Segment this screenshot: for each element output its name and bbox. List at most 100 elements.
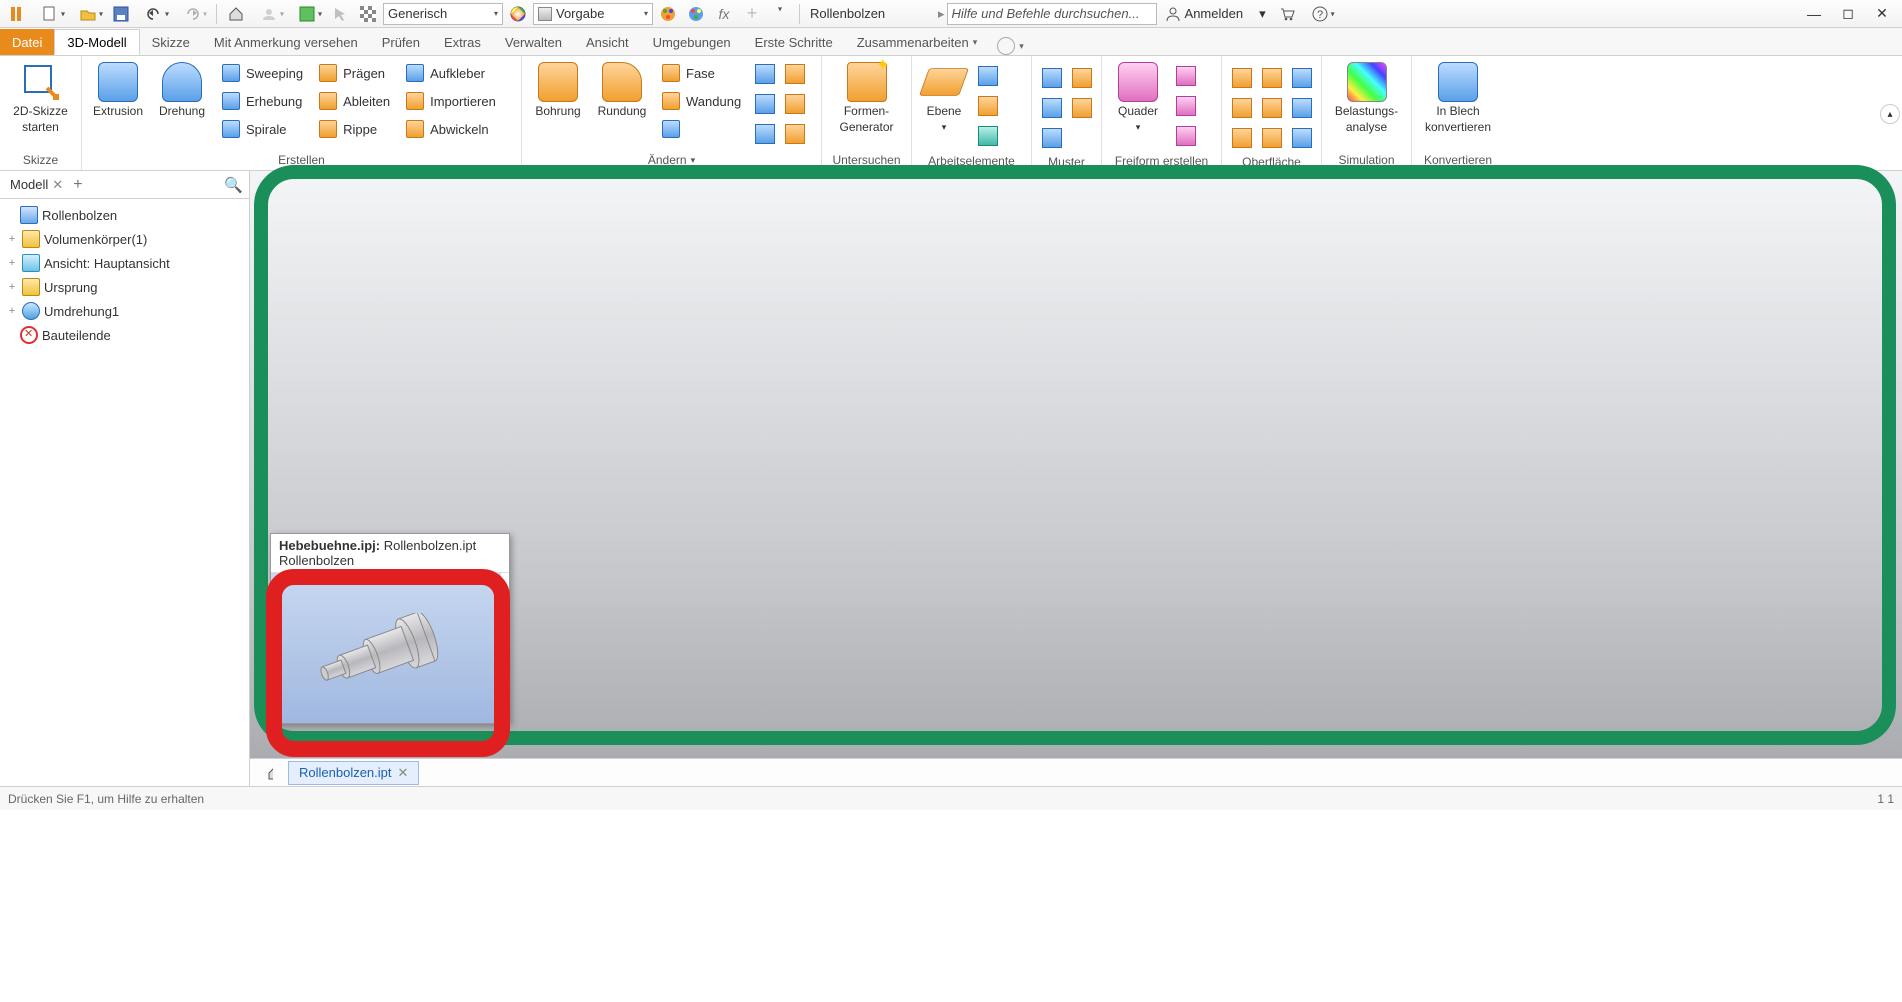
surf-9[interactable] — [1288, 124, 1316, 152]
doc-tab-rollenbolzen[interactable]: Rollenbolzen.ipt ✕ — [288, 761, 419, 785]
panel-add-tab[interactable]: + — [73, 176, 82, 194]
undo-button[interactable]: ▾ — [136, 2, 172, 26]
tab-sketch[interactable]: Skizze — [140, 29, 202, 55]
hole-button[interactable]: Bohrung — [526, 58, 590, 118]
shell-button[interactable]: Wandung — [656, 88, 747, 114]
checker-icon[interactable] — [355, 2, 381, 26]
tab-file[interactable]: Datei — [0, 29, 54, 55]
cart-button[interactable] — [1274, 2, 1300, 26]
team-button[interactable]: ▾ — [251, 2, 287, 26]
modify-tool-3[interactable] — [751, 90, 779, 118]
home-button[interactable] — [223, 2, 249, 26]
tab-extras[interactable]: Extras — [432, 29, 493, 55]
minimize-button[interactable]: — — [1798, 3, 1830, 25]
axis-button[interactable] — [974, 62, 1002, 90]
qat-customize-button[interactable]: ▾ — [767, 2, 793, 26]
extrusion-button[interactable]: Extrusion — [86, 58, 150, 118]
emboss-button[interactable]: Prägen — [313, 60, 396, 86]
fx-parameters-button[interactable]: fx — [711, 2, 737, 26]
revolve-button[interactable]: Drehung — [150, 58, 214, 118]
close-icon[interactable]: ✕ — [52, 177, 63, 193]
open-button[interactable]: ▾ — [70, 2, 106, 26]
rib-button[interactable]: Rippe — [313, 116, 396, 142]
import-button[interactable]: Importieren — [400, 88, 502, 114]
new-button[interactable]: ▾ — [32, 2, 68, 26]
extra-circle-icon[interactable] — [997, 37, 1015, 55]
redo-button[interactable]: ▾ — [174, 2, 210, 26]
help-button[interactable]: ?▾ — [1302, 2, 1338, 26]
surf-3[interactable] — [1288, 64, 1316, 92]
chamfer-button[interactable]: Fase — [656, 60, 747, 86]
surf-8[interactable] — [1258, 124, 1286, 152]
unfold-button[interactable]: Abwickeln — [400, 116, 502, 142]
login-button[interactable]: Anmelden ▾ — [1159, 3, 1272, 25]
save-button[interactable] — [108, 2, 134, 26]
appearance-quick-button[interactable]: ▾ — [289, 2, 325, 26]
freeform-3[interactable] — [1172, 122, 1200, 150]
tab-get-started[interactable]: Erste Schritte — [743, 29, 845, 55]
shape-generator-button[interactable]: ✦ Formen- Generator — [826, 58, 907, 134]
rect-pattern-button[interactable] — [1038, 64, 1066, 92]
coil-button[interactable]: Spirale — [216, 116, 309, 142]
graphics-canvas[interactable]: Hebebuehne.ipj: Rollenbolzen.ipt Rollenb… — [250, 171, 1902, 786]
surf-2[interactable] — [1258, 64, 1286, 92]
appearance-combo[interactable]: Vorgabe▾ — [533, 3, 653, 25]
tab-view[interactable]: Ansicht — [574, 29, 641, 55]
tab-environments[interactable]: Umgebungen — [641, 29, 743, 55]
appearance-picker-2-icon[interactable] — [683, 2, 709, 26]
panel-tab-model[interactable]: Modell ✕ — [6, 175, 67, 195]
surf-1[interactable] — [1228, 64, 1256, 92]
start-2d-sketch-button[interactable]: 2D-Skizze starten — [4, 58, 77, 134]
tree-revolve-feature[interactable]: +Umdrehung1 — [2, 299, 247, 323]
maximize-button[interactable]: ◻ — [1832, 3, 1864, 25]
fillet-button[interactable]: Rundung — [590, 58, 654, 118]
sweeping-button[interactable]: Sweeping — [216, 60, 309, 86]
doc-tab-home[interactable] — [256, 761, 284, 785]
surf-7[interactable] — [1228, 124, 1256, 152]
document-name-combo[interactable]: Rollenbolzen — [806, 3, 936, 25]
tree-end-of-part[interactable]: Bauteilende — [2, 323, 247, 347]
modify-tool-4[interactable] — [781, 90, 809, 118]
sketch-pattern-button[interactable] — [1068, 94, 1096, 122]
tab-inspect[interactable]: Prüfen — [370, 29, 432, 55]
point-button[interactable] — [974, 92, 1002, 120]
convert-sheetmetal-button[interactable]: In Blech konvertieren — [1416, 58, 1500, 134]
modify-tool-2[interactable] — [781, 60, 809, 88]
freeform-1[interactable] — [1172, 62, 1200, 90]
circ-pattern-button[interactable] — [1038, 94, 1066, 122]
appearance-picker-1-icon[interactable] — [655, 2, 681, 26]
surf-4[interactable] — [1228, 94, 1256, 122]
panel-search-icon[interactable]: 🔍 — [224, 176, 243, 194]
ucs-button[interactable] — [974, 122, 1002, 150]
tab-annotate[interactable]: Mit Anmerkung versehen — [202, 29, 370, 55]
search-input[interactable]: Hilfe und Befehle durchsuchen... — [947, 3, 1157, 25]
material-combo[interactable]: Generisch▾ — [383, 3, 503, 25]
pattern-5-button[interactable] — [1038, 124, 1066, 152]
modify-tool-5[interactable] — [751, 120, 779, 148]
app-icon[interactable] — [4, 2, 30, 26]
tab-collaborate[interactable]: Zusammenarbeiten — [845, 29, 990, 55]
close-icon[interactable]: ✕ — [398, 765, 409, 781]
freeform-2[interactable] — [1172, 92, 1200, 120]
tab-manage[interactable]: Verwalten — [493, 29, 574, 55]
tab-3d-model[interactable]: 3D-Modell — [54, 29, 139, 55]
surf-5[interactable] — [1258, 94, 1286, 122]
modify-tool-1[interactable] — [751, 60, 779, 88]
tree-origin[interactable]: +Ursprung — [2, 275, 247, 299]
surf-6[interactable] — [1288, 94, 1316, 122]
derive-button[interactable]: Ableiten — [313, 88, 396, 114]
ribbon-collapse-button[interactable]: ▴ — [1880, 104, 1900, 124]
decal-button[interactable]: Aufkleber — [400, 60, 502, 86]
tree-solids[interactable]: +Volumenkörper(1) — [2, 227, 247, 251]
modify-tool-6[interactable] — [781, 120, 809, 148]
mirror-button[interactable] — [1068, 64, 1096, 92]
tree-root[interactable]: Rollenbolzen — [2, 203, 247, 227]
tree-view[interactable]: +Ansicht: Hauptansicht — [2, 251, 247, 275]
plus-button[interactable]: + — [739, 2, 765, 26]
select-button[interactable] — [327, 2, 353, 26]
loft-button[interactable]: Erhebung — [216, 88, 309, 114]
stress-analysis-button[interactable]: Belastungs- analyse — [1326, 58, 1407, 134]
close-button[interactable]: ✕ — [1866, 3, 1898, 25]
colorwheel-icon[interactable] — [505, 2, 531, 26]
plane-button[interactable]: Ebene ▾ — [916, 58, 972, 134]
